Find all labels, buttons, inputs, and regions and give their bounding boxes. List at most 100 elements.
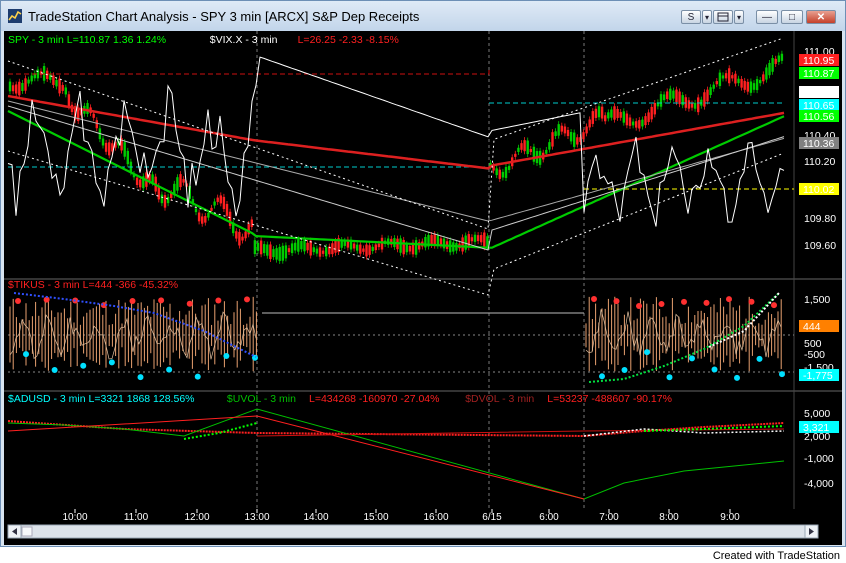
price-bar[interactable] (554, 131, 557, 137)
price-bar[interactable] (486, 236, 489, 247)
price-bar[interactable] (49, 74, 52, 80)
price-bar[interactable] (517, 147, 520, 152)
price-bar[interactable] (569, 132, 573, 142)
price-bar[interactable] (582, 132, 585, 140)
price-bar[interactable] (21, 83, 24, 91)
price-bar[interactable] (610, 109, 613, 118)
price-bar[interactable] (160, 194, 164, 204)
price-bar[interactable] (213, 201, 216, 206)
price-bar[interactable] (715, 81, 718, 85)
price-bar[interactable] (681, 95, 684, 106)
price-bar[interactable] (669, 88, 672, 100)
price-bar[interactable] (201, 216, 204, 224)
price-bar[interactable] (334, 240, 337, 253)
price-bar[interactable] (374, 244, 377, 251)
price-bar[interactable] (551, 132, 554, 147)
price-bar[interactable] (576, 137, 579, 145)
price-bar[interactable] (318, 247, 322, 257)
price-bar[interactable] (430, 234, 433, 245)
price-bar[interactable] (222, 196, 226, 209)
price-bar[interactable] (414, 240, 418, 255)
price-bar[interactable] (662, 94, 666, 101)
price-bar[interactable] (721, 75, 725, 79)
price-bar[interactable] (625, 113, 629, 126)
price-bar[interactable] (647, 112, 650, 123)
title-bar[interactable]: TradeStation Chart Analysis - SPY 3 min … (1, 1, 845, 31)
price-bar[interactable] (467, 234, 470, 248)
price-bar[interactable] (597, 106, 601, 118)
price-bar[interactable] (294, 242, 297, 251)
price-bar[interactable] (709, 87, 712, 95)
price-bar[interactable] (359, 244, 362, 254)
price-bar[interactable] (399, 238, 402, 253)
price-bar[interactable] (281, 245, 284, 261)
price-bar[interactable] (55, 80, 58, 87)
price-bar[interactable] (759, 80, 762, 84)
price-bar[interactable] (123, 142, 126, 157)
price-bar[interactable] (352, 243, 356, 249)
price-bar[interactable] (312, 247, 315, 253)
price-bar[interactable] (532, 146, 536, 162)
price-bar[interactable] (635, 121, 638, 128)
price-bar[interactable] (545, 149, 548, 154)
price-bar[interactable] (402, 239, 405, 255)
chart-area[interactable]: 111.00 110.40 110.20 109.80 109.60 1,500 500 -5… (4, 31, 842, 545)
price-bar[interactable] (139, 179, 142, 188)
price-bar[interactable] (613, 106, 616, 120)
symbol-link-button[interactable]: S (681, 10, 701, 24)
price-bar[interactable] (278, 246, 281, 261)
price-pane[interactable] (7, 38, 794, 296)
minimize-button[interactable]: — (756, 10, 778, 24)
price-bar[interactable] (734, 73, 737, 84)
price-bar[interactable] (64, 87, 67, 95)
price-bar[interactable] (306, 242, 309, 251)
price-bar[interactable] (101, 138, 105, 146)
price-bar[interactable] (743, 80, 746, 90)
price-bar[interactable] (27, 79, 30, 84)
price-bar[interactable] (523, 140, 526, 152)
price-bar[interactable] (650, 106, 653, 120)
price-bar[interactable] (11, 85, 15, 92)
price-bar[interactable] (377, 243, 381, 248)
price-bar[interactable] (256, 242, 260, 251)
price-bar[interactable] (163, 195, 167, 208)
close-button[interactable]: ✕ (806, 10, 836, 24)
price-bar[interactable] (703, 92, 706, 107)
price-bar[interactable] (30, 75, 33, 82)
price-bar[interactable] (746, 81, 749, 92)
price-bar[interactable] (61, 85, 64, 91)
price-bar[interactable] (504, 167, 508, 178)
price-bar[interactable] (631, 121, 635, 126)
price-bar[interactable] (573, 132, 576, 147)
price-bar[interactable] (266, 244, 269, 256)
price-bar[interactable] (777, 55, 780, 63)
price-bar[interactable] (18, 81, 21, 96)
price-bar[interactable] (495, 168, 498, 176)
price-bar[interactable] (250, 219, 253, 228)
price-bar[interactable] (728, 68, 731, 84)
price-bar[interactable] (424, 236, 427, 248)
price-bar[interactable] (272, 249, 275, 258)
breadth-pane[interactable] (7, 408, 785, 500)
price-bar[interactable] (706, 89, 709, 102)
price-bar[interactable] (204, 216, 207, 223)
price-bar[interactable] (461, 237, 464, 252)
symbol-link-dropdown[interactable]: ▾ (702, 10, 712, 24)
price-bar[interactable] (594, 108, 598, 118)
price-bar[interactable] (697, 97, 700, 113)
price-bar[interactable] (607, 112, 610, 119)
price-bar[interactable] (331, 243, 334, 255)
price-bar[interactable] (675, 89, 678, 103)
price-bar[interactable] (483, 232, 486, 248)
price-bar[interactable] (58, 78, 61, 94)
price-bar[interactable] (284, 245, 288, 259)
price-bar[interactable] (315, 248, 319, 254)
price-axis[interactable]: 111.00110.40110.20109.80109.601,500500-5… (799, 46, 839, 490)
price-bar[interactable] (380, 237, 384, 250)
price-bar[interactable] (718, 72, 722, 87)
price-bar[interactable] (731, 75, 734, 79)
price-bar[interactable] (216, 197, 219, 202)
price-bar[interactable] (95, 120, 98, 129)
price-bar[interactable] (219, 195, 222, 204)
price-bar[interactable] (371, 246, 374, 252)
